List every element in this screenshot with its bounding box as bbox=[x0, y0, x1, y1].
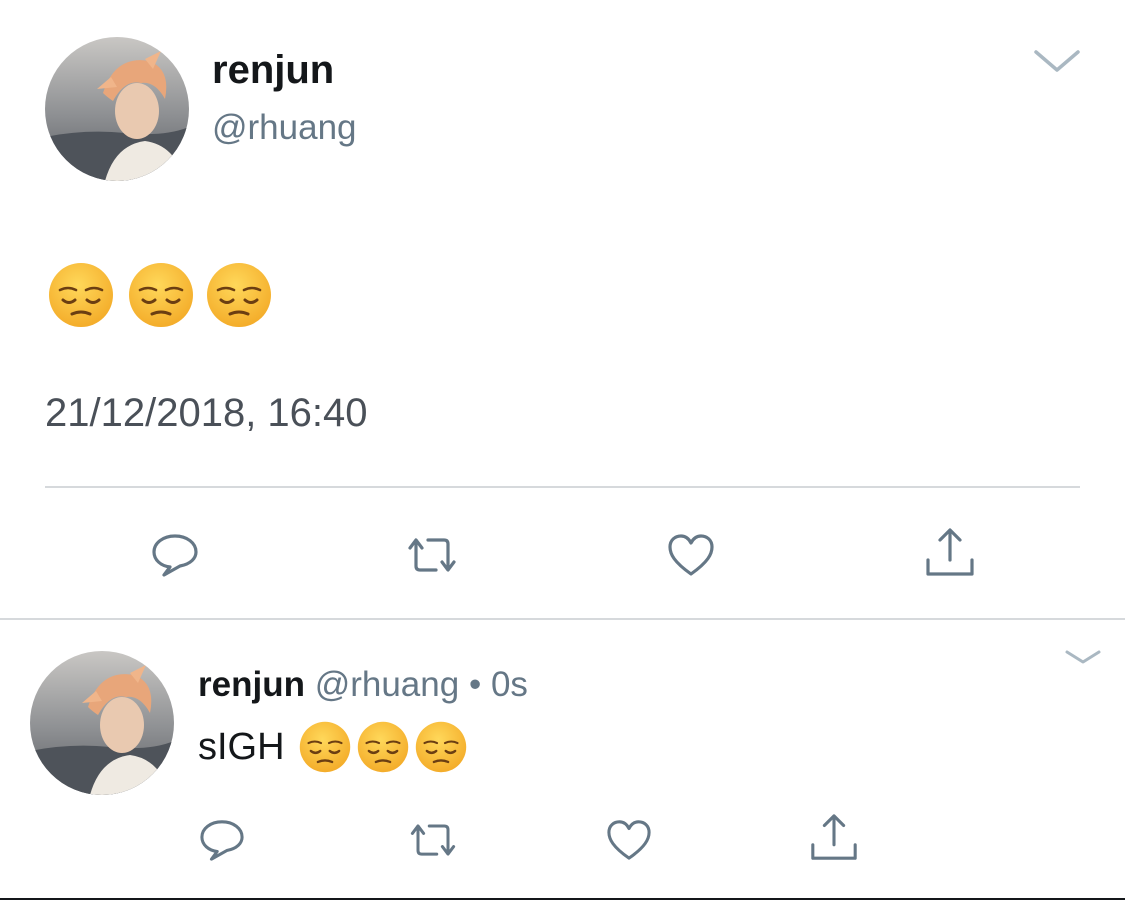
bottom-divider bbox=[0, 898, 1125, 900]
chevron-down-icon[interactable] bbox=[1063, 646, 1103, 668]
separator-dot: • bbox=[468, 665, 482, 704]
retweet-icon[interactable] bbox=[403, 818, 463, 862]
reply-icon[interactable] bbox=[150, 532, 200, 578]
pensive-face-emoji bbox=[206, 262, 272, 328]
handle[interactable]: @rhuang bbox=[315, 665, 460, 704]
tweet-text-row: sIGH bbox=[198, 721, 467, 773]
divider bbox=[45, 486, 1080, 488]
reply-icon[interactable] bbox=[198, 818, 246, 862]
display-name[interactable]: renjun bbox=[212, 48, 334, 92]
chevron-down-icon[interactable] bbox=[1032, 46, 1082, 76]
avatar[interactable] bbox=[45, 37, 189, 181]
timestamp: 21/12/2018, 16:40 bbox=[45, 391, 368, 435]
handle[interactable]: @rhuang bbox=[212, 108, 357, 148]
share-icon[interactable] bbox=[924, 526, 976, 580]
like-icon[interactable] bbox=[666, 532, 716, 578]
display-name[interactable]: renjun bbox=[198, 665, 305, 704]
pensive-face-emoji bbox=[48, 262, 114, 328]
retweet-icon[interactable] bbox=[400, 532, 464, 578]
pensive-face-emoji bbox=[415, 721, 467, 773]
avatar[interactable] bbox=[30, 651, 174, 795]
pensive-face-emoji bbox=[357, 721, 409, 773]
relative-time[interactable]: 0s bbox=[491, 665, 528, 704]
pensive-face-emoji bbox=[128, 262, 194, 328]
like-icon[interactable] bbox=[605, 818, 653, 862]
pensive-face-emoji bbox=[299, 721, 351, 773]
share-icon[interactable] bbox=[808, 812, 860, 864]
section-divider bbox=[0, 618, 1125, 620]
reply-header: renjun @rhuang • 0s bbox=[198, 664, 528, 706]
tweet-text: sIGH bbox=[198, 725, 285, 768]
